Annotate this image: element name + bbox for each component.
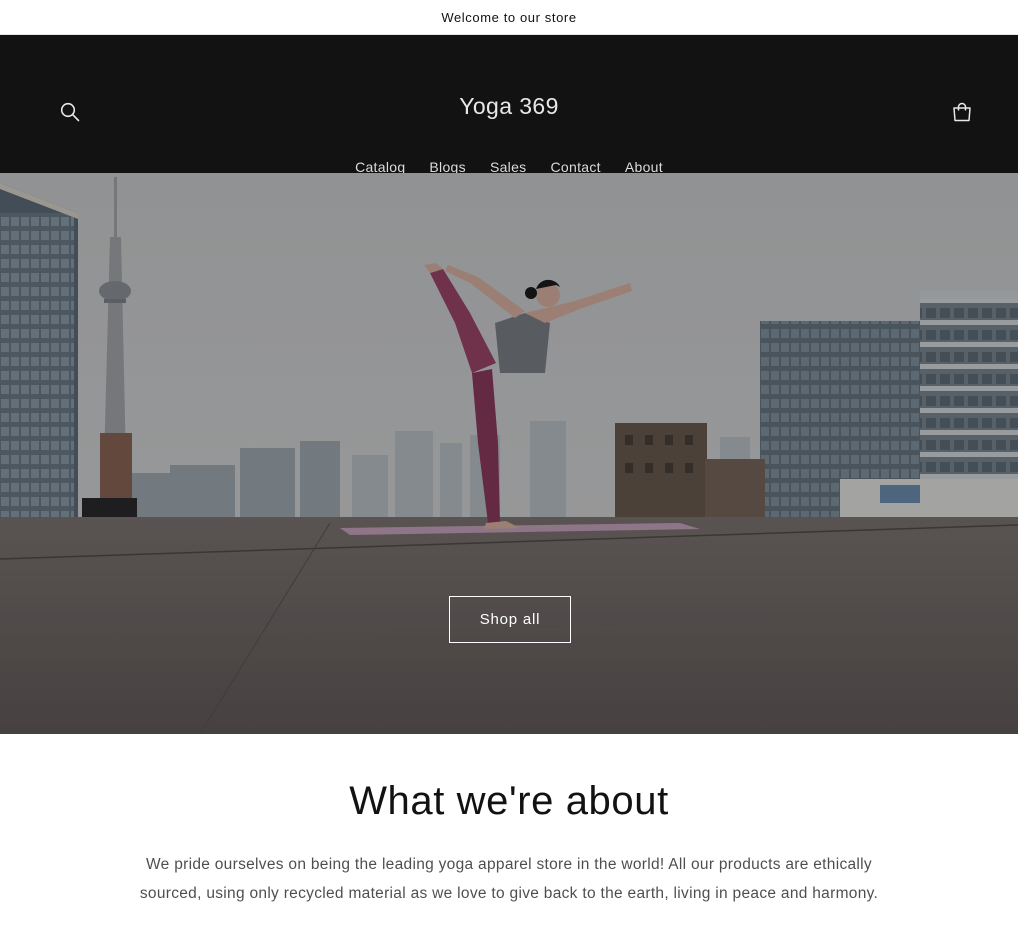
site-header: Yoga 369 Catalog Blogs Sales Contact Abo… xyxy=(0,35,1018,175)
announcement-bar: Welcome to our store xyxy=(0,0,1018,35)
about-body: We pride ourselves on being the leading … xyxy=(139,856,879,902)
announcement-text: Welcome to our store xyxy=(441,9,577,25)
store-logo[interactable]: Yoga 369 xyxy=(0,93,1018,120)
shop-all-button[interactable]: Shop all xyxy=(449,596,571,643)
about-title: What we're about xyxy=(349,779,669,823)
cart-icon xyxy=(953,102,971,122)
cart-button[interactable] xyxy=(947,97,977,127)
hero-banner: Shop all xyxy=(0,173,1018,734)
hero-overlay xyxy=(0,173,1018,734)
about-section: What we're about We pride ourselves on b… xyxy=(0,734,1018,908)
